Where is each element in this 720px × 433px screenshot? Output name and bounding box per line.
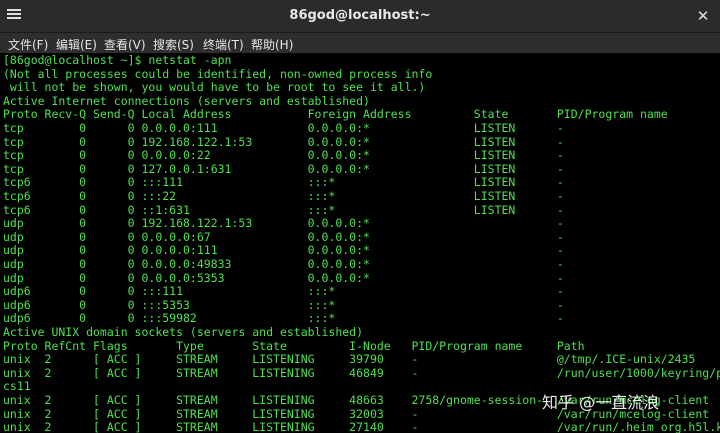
terminal-output[interactable]: [86god@localhost ~]$ netstat -apn (Not a… (0, 54, 720, 433)
menu-terminal[interactable]: 终端(T) (203, 36, 244, 53)
window-titlebar: 86god@localhost:~ ✕ (0, 0, 720, 33)
menu-help[interactable]: 帮助(H) (251, 36, 293, 53)
terminal-line: unix 2 [ ACC ] STREAM LISTENING 39790 - … (3, 352, 696, 367)
terminal-line: udp 0 0 0.0.0.0:49833 0.0.0.0:* - (3, 257, 564, 271)
terminal-line: tcp 0 0 192.168.122.1:53 0.0.0.0:* LISTE… (3, 134, 564, 149)
terminal-line: udp 0 0 0.0.0.0:67 0.0.0.0:* - (3, 229, 564, 244)
terminal-line: (Not all processes could be identified, … (3, 66, 433, 81)
terminal-line: tcp6 0 0 :::111 :::* LISTEN - (3, 175, 564, 190)
terminal-line: Proto RefCnt Flags Type State I-Node PID… (3, 338, 585, 353)
terminal-line: Active UNIX domain sockets (servers and … (3, 325, 364, 339)
terminal-line: udp 0 0 0.0.0.0:5353 0.0.0.0:* - (3, 270, 564, 285)
menu-file[interactable]: 文件(F) (8, 36, 48, 53)
terminal-line: udp 0 0 192.168.122.1:53 0.0.0.0:* - (3, 216, 564, 231)
watermark: 知乎 @一直流浪 (542, 393, 660, 412)
close-icon[interactable]: ✕ (694, 7, 712, 25)
terminal-line: tcp6 0 0 ::1:631 :::* LISTEN - (3, 202, 564, 217)
terminal-line: udp 0 0 0.0.0.0:111 0.0.0.0:* - (3, 243, 564, 258)
terminal-line: tcp 0 0 0.0.0.0:22 0.0.0.0:* LISTEN - (3, 148, 564, 163)
terminal-line: udp6 0 0 :::5353 :::* - (3, 297, 564, 312)
terminal-line: udp6 0 0 :::111 :::* - (3, 284, 564, 299)
terminal-line: Active Internet connections (servers and… (3, 93, 370, 108)
terminal-line: unix 2 [ ACC ] STREAM LISTENING 46849 - … (3, 365, 720, 380)
terminal-line: tcp6 0 0 :::22 :::* LISTEN - (3, 189, 564, 203)
terminal-line: unix 2 [ ACC ] STREAM LISTENING 27140 - … (3, 420, 720, 433)
menu-search[interactable]: 搜索(S) (153, 36, 194, 53)
window-title: 86god@localhost:~ (289, 8, 431, 23)
menu-view[interactable]: 查看(V) (104, 36, 146, 53)
menu-bar: 文件(F) 编辑(E) 查看(V) 搜索(S) 终端(T) 帮助(H) (0, 33, 720, 53)
menu-edit[interactable]: 编辑(E) (56, 36, 97, 53)
terminal-line: [86god@localhost ~]$ netstat -apn (3, 54, 232, 67)
terminal-line: will not be shown, you would have to be … (3, 80, 426, 95)
terminal-line: cs11 (3, 379, 31, 394)
terminal-line: Proto Recv-Q Send-Q Local Address Foreig… (3, 107, 668, 122)
terminal-line: udp6 0 0 :::59982 :::* - (3, 311, 564, 326)
terminal-line: tcp 0 0 127.0.0.1:631 0.0.0.0:* LISTEN - (3, 161, 564, 176)
terminal-line: tcp 0 0 0.0.0.0:111 0.0.0.0:* LISTEN - (3, 121, 564, 135)
